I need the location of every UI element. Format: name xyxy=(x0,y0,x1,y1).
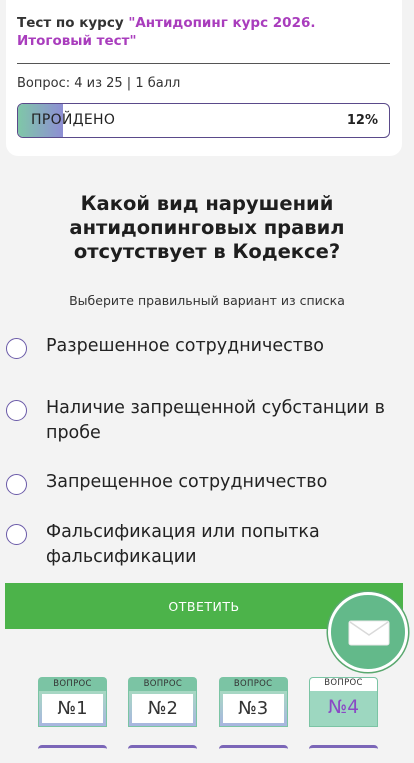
question-nav-caption: ВОПРОС xyxy=(308,677,378,691)
question-nav-item-3[interactable]: ВОПРОС №3 xyxy=(218,677,288,727)
test-title: Тест по курсу "Антидопинг курс 2026. Ито… xyxy=(17,14,390,50)
answer-option-4[interactable]: Фальсификация или попытка фальсификации xyxy=(6,520,406,570)
question-text: Какой вид нарушений антидопинговых прави… xyxy=(69,192,345,263)
question-info: Вопрос: 4 из 25 | 1 балл xyxy=(17,76,181,91)
mail-icon xyxy=(348,620,390,646)
question-nav-item-4[interactable]: ВОПРОС №4 xyxy=(308,677,378,727)
header-divider xyxy=(17,63,390,64)
answer-option-label: Разрешенное сотрудничество xyxy=(46,336,325,356)
question-navigation: ВОПРОС №1 ВОПРОС №2 ВОПРОС №3 ВОПРОС №4 xyxy=(38,677,378,727)
test-title-prefix: Тест по курсу xyxy=(17,15,124,31)
question-nav-caption: ВОПРОС xyxy=(218,677,288,691)
progress-bar: ПРОЙДЕНО 12% xyxy=(17,103,390,138)
question-nav-item-partial[interactable] xyxy=(128,745,198,763)
question-nav-item-2[interactable]: ВОПРОС №2 xyxy=(128,677,198,727)
progress-label: ПРОЙДЕНО xyxy=(31,112,116,128)
test-header-card: Тест по курсу "Антидопинг курс 2026. Ито… xyxy=(6,0,402,156)
question-nav-number: №3 xyxy=(222,694,284,723)
question-navigation-next-row xyxy=(38,745,378,763)
question-nav-item-1[interactable]: ВОПРОС №1 xyxy=(38,677,107,727)
answer-options: Разрешенное сотрудничество Наличие запре… xyxy=(6,334,406,570)
answer-option-2[interactable]: Наличие запрещенной субстанции в пробе xyxy=(6,396,406,470)
question-nav-caption: ВОПРОС xyxy=(128,677,198,691)
radio-button[interactable] xyxy=(6,474,27,495)
question-nav-number: №1 xyxy=(42,694,103,723)
radio-button[interactable] xyxy=(6,524,27,545)
question-nav-item-partial[interactable] xyxy=(218,745,288,763)
progress-percent: 12% xyxy=(346,113,378,128)
question-nav-number: №4 xyxy=(327,697,359,718)
question-nav-caption: ВОПРОС xyxy=(38,677,107,691)
answer-option-label: Фальсификация или попытка фальсификации xyxy=(46,522,320,567)
answer-option-label: Наличие запрещенной субстанции в пробе xyxy=(46,398,385,443)
question-nav-item-partial[interactable] xyxy=(308,745,378,763)
answer-option-1[interactable]: Разрешенное сотрудничество xyxy=(6,334,406,396)
answer-option-label: Запрещенное сотрудничество xyxy=(46,472,328,492)
question-nav-number: №2 xyxy=(132,694,194,723)
answer-option-3[interactable]: Запрещенное сотрудничество xyxy=(6,470,406,520)
feedback-button[interactable] xyxy=(328,592,408,672)
question-nav-item-partial[interactable] xyxy=(38,745,107,763)
radio-button[interactable] xyxy=(6,338,27,359)
question-hint: Выберите правильный вариант из списка xyxy=(69,293,345,308)
radio-button[interactable] xyxy=(6,400,27,421)
